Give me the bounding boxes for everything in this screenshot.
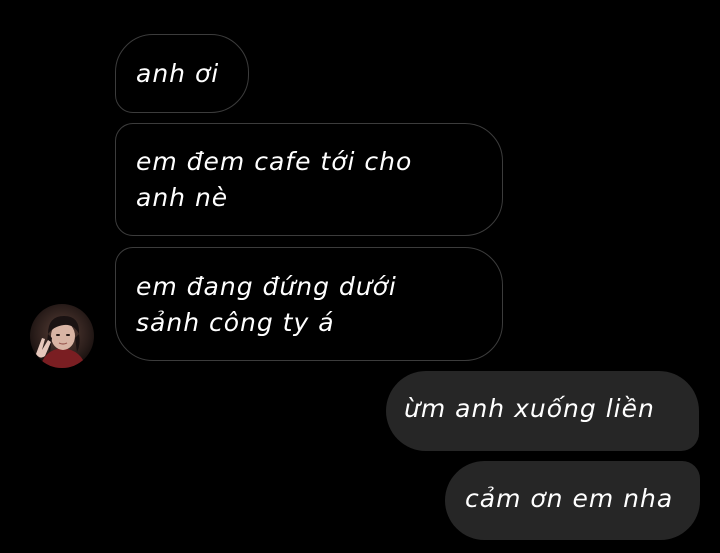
- incoming-message-bubble[interactable]: em đang đứng dưới sảnh công ty á: [115, 247, 503, 361]
- incoming-message-bubble[interactable]: em đem cafe tới cho anh nè: [115, 123, 503, 236]
- avatar-photo-icon: [30, 304, 94, 368]
- outgoing-message-bubble[interactable]: ừm anh xuống liền: [386, 371, 699, 451]
- outgoing-message-bubble[interactable]: cảm ơn em nha: [445, 461, 700, 540]
- message-text: ừm anh xuống liền: [404, 394, 655, 423]
- contact-avatar[interactable]: [30, 304, 94, 368]
- incoming-message-bubble[interactable]: anh ơi: [115, 34, 249, 113]
- message-text: cảm ơn em nha: [465, 484, 674, 513]
- message-text: em đem cafe tới cho anh nè: [136, 147, 413, 212]
- message-text: em đang đứng dưới sảnh công ty á: [136, 272, 397, 337]
- message-text: anh ơi: [136, 59, 220, 88]
